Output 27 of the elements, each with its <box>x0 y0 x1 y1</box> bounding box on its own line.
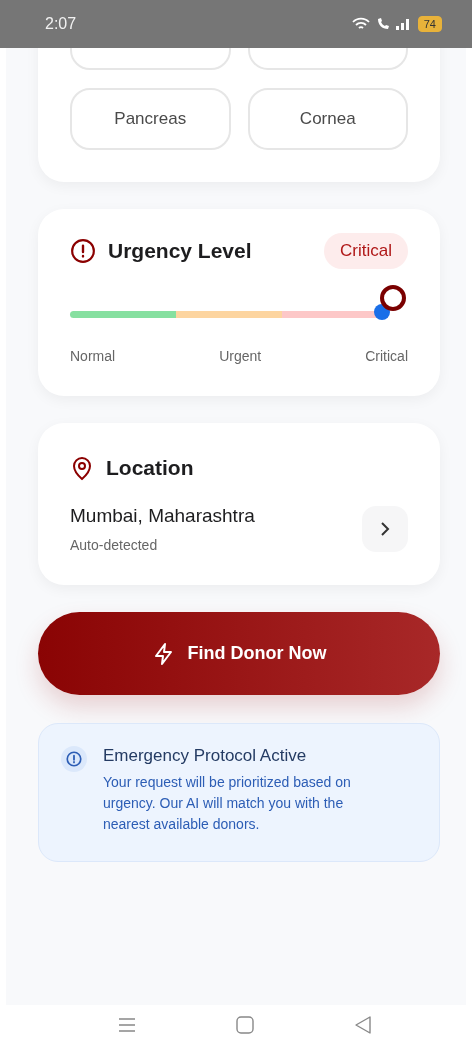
location-note: Auto-detected <box>70 537 159 553</box>
find-donor-button[interactable]: Find Donor Now <box>38 612 440 695</box>
alert-icon <box>70 238 96 264</box>
status-time: 2:07 <box>45 15 77 33</box>
home-icon[interactable] <box>236 1016 254 1034</box>
map-pin-icon <box>70 455 94 481</box>
info-icon <box>61 746 87 772</box>
back-icon[interactable] <box>354 1016 372 1034</box>
notice-title: Emergency Protocol Active <box>103 746 308 766</box>
urgency-badge: Critical <box>324 233 408 269</box>
slider-thumb[interactable] <box>374 284 409 320</box>
location-value: Mumbai, Maharashtra <box>70 505 256 527</box>
organ-option[interactable]: Cornea <box>247 88 408 150</box>
urgency-slider[interactable] <box>70 284 408 320</box>
notice-text: Your request will be prioritized based on urgency. Our AI will match you with the nearest available donors. <box>103 773 352 834</box>
organ-option[interactable]: Pancreas <box>70 88 231 150</box>
wifi-icon <box>351 17 370 31</box>
urgency-title: Urgency Level <box>108 239 252 263</box>
scale-label: Critical <box>365 348 408 364</box>
call-icon <box>375 17 390 31</box>
battery-indicator: 74 <box>417 16 442 32</box>
scale-label: Urgent <box>219 348 262 364</box>
chevron-right-icon <box>380 521 390 537</box>
location-title: Location <box>106 456 194 480</box>
scale-label: Normal <box>70 348 116 364</box>
signal-icon <box>395 18 412 30</box>
menu-icon[interactable] <box>118 1017 136 1033</box>
